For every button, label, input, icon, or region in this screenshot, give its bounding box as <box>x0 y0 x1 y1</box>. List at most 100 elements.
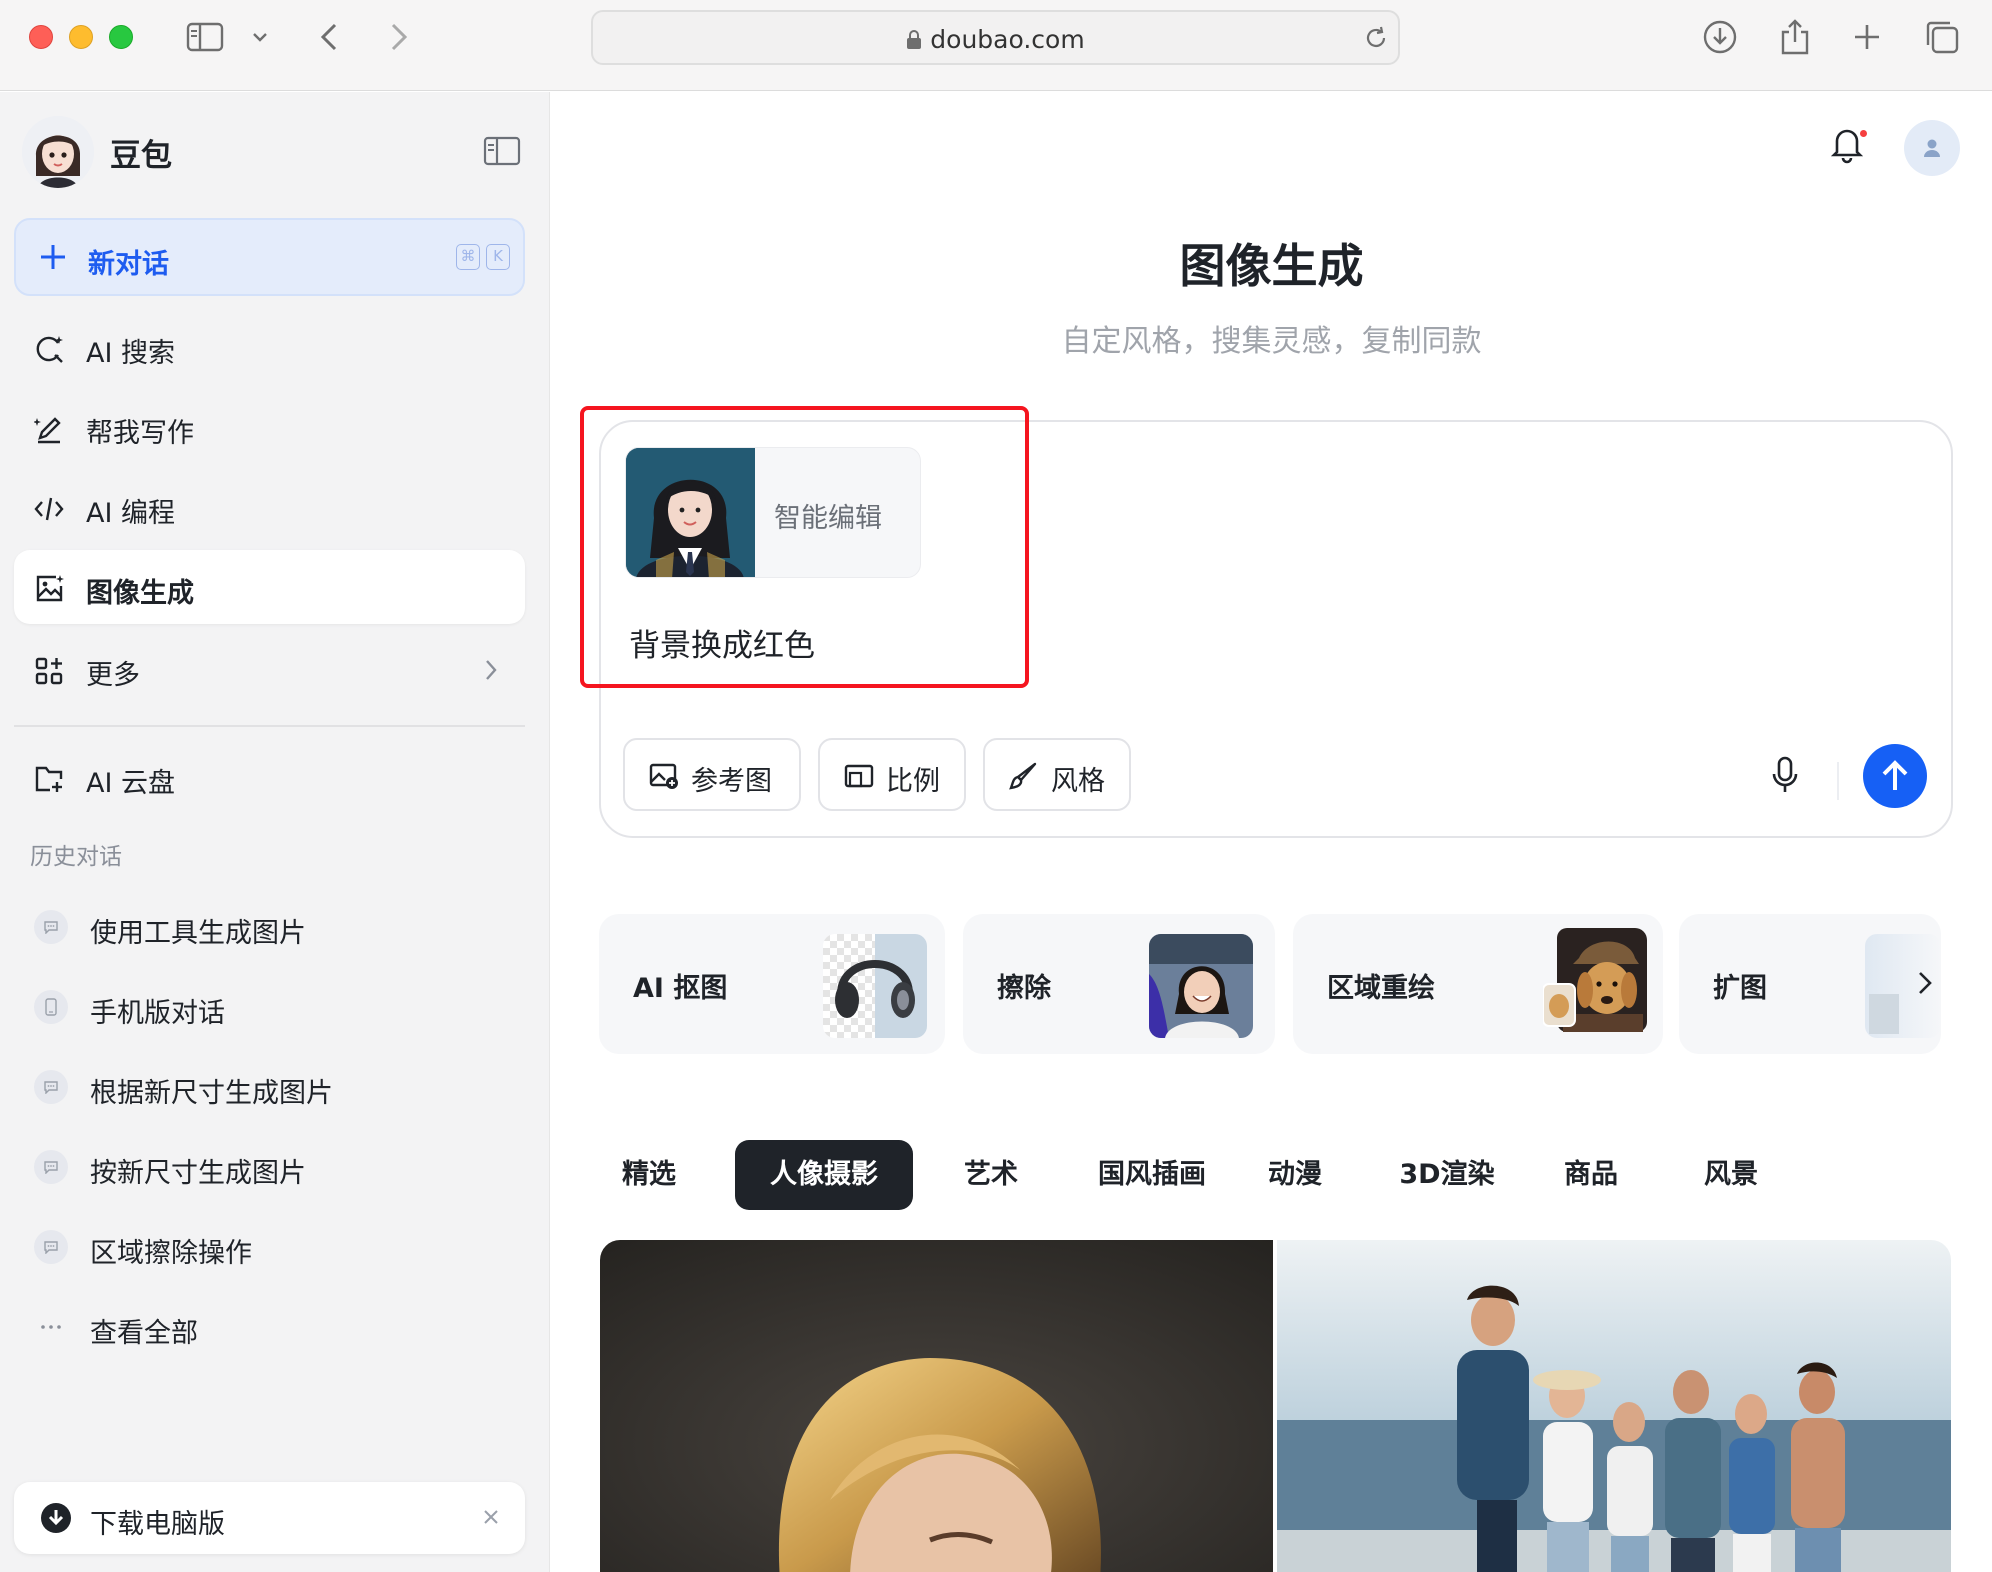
history-item[interactable]: 手机版对话 <box>14 972 525 1042</box>
feature-ai-cutout[interactable]: AI 抠图 <box>599 914 945 1054</box>
tab-anime[interactable]: 动漫 <box>1245 1140 1345 1210</box>
download-label: 下载电脑版 <box>90 1509 225 1540</box>
gallery-image-portrait[interactable] <box>600 1240 1273 1572</box>
feature-erase[interactable]: 擦除 <box>963 914 1275 1054</box>
carousel-next-button[interactable] <box>1903 961 1947 1005</box>
aspect-ratio-button[interactable]: 比例 <box>818 738 966 811</box>
sidebar-collapse-icon[interactable] <box>483 136 521 170</box>
sidebar-item-ai-cloud[interactable]: AI 云盘 <box>14 740 525 814</box>
url-text: doubao.com <box>930 25 1085 54</box>
page-subtitle: 自定风格，搜集灵感，复制同款 <box>1061 324 1482 359</box>
feature-region-repaint[interactable]: 区域重绘 <box>1293 914 1663 1054</box>
history-item-label: 手机版对话 <box>90 998 225 1029</box>
avatar[interactable] <box>22 116 94 188</box>
aspect-ratio-label: 比例 <box>886 766 940 797</box>
sidebar-item-label: 更多 <box>86 660 140 691</box>
browser-toolbar: doubao.com <box>0 0 1992 91</box>
girl-photo-thumbnail <box>1149 934 1253 1038</box>
feature-label: AI 抠图 <box>633 973 728 1004</box>
history-item[interactable]: 使用工具生成图片 <box>14 892 525 962</box>
view-all-label: 查看全部 <box>90 1318 198 1349</box>
window-zoom-button[interactable] <box>109 25 133 49</box>
new-chat-button[interactable]: 新对话 ⌘ K <box>14 218 525 296</box>
history-item[interactable]: 区域擦除操作 <box>14 1212 525 1282</box>
arrow-up-icon <box>1882 760 1908 790</box>
sidebar-item-label: 图像生成 <box>86 578 194 609</box>
sidebar-toggle-icon[interactable] <box>184 18 226 56</box>
window-minimize-button[interactable] <box>69 25 93 49</box>
chat-bubble-icon <box>34 1150 68 1184</box>
history-item[interactable]: 根据新尺寸生成图片 <box>14 1052 525 1122</box>
chevron-down-icon[interactable] <box>248 18 272 56</box>
share-icon[interactable] <box>1775 18 1815 56</box>
feature-label: 扩图 <box>1713 973 1767 1004</box>
address-bar[interactable]: doubao.com <box>591 10 1400 65</box>
tab-3d-render[interactable]: 3D渲染 <box>1379 1140 1515 1210</box>
reference-image-button[interactable]: 参考图 <box>623 738 801 811</box>
sidebar-item-label: AI 搜索 <box>86 338 176 369</box>
prompt-text[interactable]: 背景换成红色 <box>629 620 815 665</box>
sidebar-item-ai-search[interactable]: AI 搜索 <box>14 310 525 384</box>
shortcut-k-key: K <box>486 244 510 270</box>
downloads-icon[interactable] <box>1700 18 1740 56</box>
tab-art[interactable]: 艺术 <box>941 1140 1041 1210</box>
user-avatar[interactable] <box>1904 120 1960 176</box>
image-gen-icon <box>34 574 64 604</box>
tab-products[interactable]: 商品 <box>1541 1140 1641 1210</box>
feature-expand-image[interactable]: 扩图 <box>1679 914 1941 1054</box>
sidebar-item-image-gen[interactable]: 图像生成 <box>14 550 525 624</box>
apps-grid-icon <box>34 656 64 686</box>
tab-chinese-illustration[interactable]: 国风插画 <box>1077 1140 1227 1210</box>
history-item-label: 根据新尺寸生成图片 <box>90 1078 333 1109</box>
style-button[interactable]: 风格 <box>983 738 1131 811</box>
code-icon <box>34 494 64 524</box>
feature-label: 区域重绘 <box>1327 973 1435 1004</box>
lock-icon <box>906 27 922 56</box>
new-tab-plus-icon[interactable] <box>1849 18 1885 56</box>
reference-image-card[interactable]: 智能编辑 <box>625 447 921 578</box>
ratio-icon <box>844 761 874 795</box>
sidebar-item-label: AI 编程 <box>86 498 176 529</box>
chat-bubble-icon <box>34 1070 68 1104</box>
app-name: 豆包 <box>110 138 172 174</box>
phone-icon <box>34 990 68 1024</box>
back-arrow-icon[interactable] <box>314 18 344 56</box>
reload-icon[interactable] <box>1363 25 1389 55</box>
sidebar-item-ai-coding[interactable]: AI 编程 <box>14 470 525 544</box>
sidebar-item-label: AI 云盘 <box>86 768 176 799</box>
reference-image-icon <box>649 761 681 795</box>
chat-bubble-icon <box>34 910 68 944</box>
new-chat-label: 新对话 <box>88 249 169 280</box>
history-item-label: 使用工具生成图片 <box>90 918 306 949</box>
close-icon[interactable] <box>480 1506 502 1532</box>
window-close-button[interactable] <box>29 25 53 49</box>
sidebar-divider <box>14 725 525 727</box>
notification-dot <box>1858 128 1869 139</box>
sidebar-item-more[interactable]: 更多 <box>14 632 525 706</box>
history-item-label: 按新尺寸生成图片 <box>90 1158 306 1189</box>
gallery-image-beach-group[interactable] <box>1277 1240 1951 1572</box>
shortcut-cmd-key: ⌘ <box>456 244 480 270</box>
tab-overview-icon[interactable] <box>1922 18 1962 56</box>
view-all-history[interactable]: 查看全部 <box>14 1292 525 1362</box>
forward-arrow-icon[interactable] <box>384 18 414 56</box>
ai-search-icon <box>34 334 64 364</box>
history-item-label: 区域擦除操作 <box>90 1238 252 1269</box>
history-item[interactable]: 按新尺寸生成图片 <box>14 1132 525 1202</box>
tab-featured[interactable]: 精选 <box>599 1140 699 1210</box>
writing-pen-icon <box>33 414 64 444</box>
sidebar-item-writing[interactable]: 帮我写作 <box>14 390 525 464</box>
history-section-title: 历史对话 <box>30 844 122 870</box>
download-desktop-app-banner[interactable]: 下载电脑版 <box>14 1482 525 1554</box>
chevron-right-icon <box>484 658 498 686</box>
headphones-thumbnail <box>823 934 927 1038</box>
tab-landscape[interactable]: 风景 <box>1681 1140 1781 1210</box>
microphone-icon[interactable] <box>1771 756 1799 800</box>
smart-edit-label: 智能编辑 <box>774 503 882 534</box>
chat-bubble-icon <box>34 1230 68 1264</box>
ellipsis-icon <box>34 1310 68 1344</box>
style-label: 风格 <box>1051 766 1105 797</box>
send-button[interactable] <box>1863 744 1927 808</box>
toolbar-separator <box>1837 762 1839 800</box>
tab-portrait-photography[interactable]: 人像摄影 <box>735 1140 913 1210</box>
